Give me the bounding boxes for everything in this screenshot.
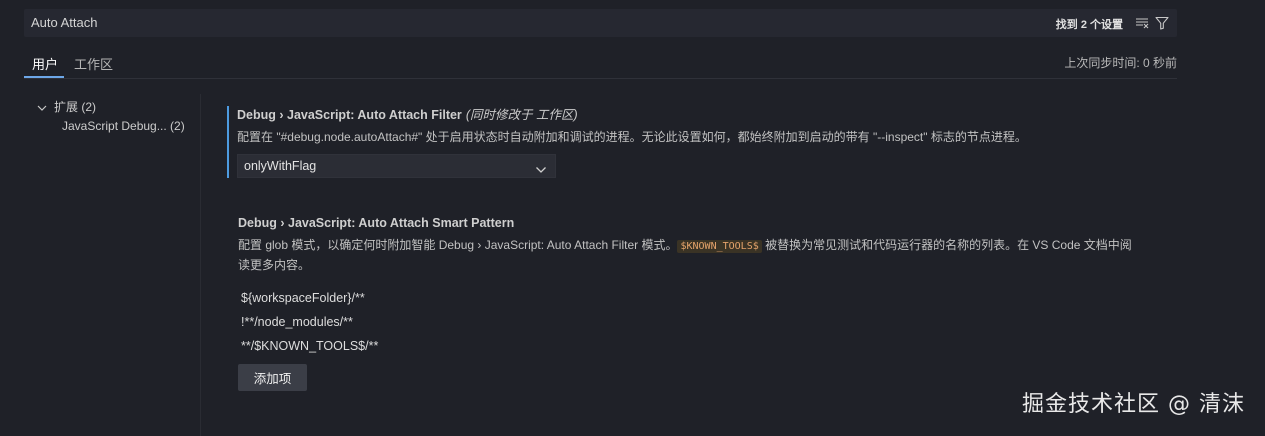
settings-search-input[interactable] bbox=[31, 15, 931, 30]
setting-category: Debug › JavaScript: bbox=[237, 108, 358, 122]
setting-description: 配置在 "#debug.node.autoAttach#" 处于启用状态时自动附… bbox=[237, 130, 1027, 144]
pattern-list: ${workspaceFolder}/** !**/node_modules/*… bbox=[238, 286, 1138, 358]
chevron-down-icon bbox=[535, 162, 547, 173]
toc-divider bbox=[200, 94, 201, 436]
settings-search-bar: 找到 2 个设置 bbox=[24, 9, 1177, 37]
setting-auto-attach-smart-pattern: Debug › JavaScript: Auto Attach Smart Pa… bbox=[229, 214, 1138, 391]
settings-scope-tabs: 用户 工作区 上次同步时间: 0 秒前 bbox=[24, 48, 1177, 79]
modified-elsewhere-note[interactable]: (同时修改于 工作区) bbox=[466, 108, 578, 122]
tab-user[interactable]: 用户 bbox=[32, 54, 58, 73]
setting-title: Debug › JavaScript: Auto Attach Smart Pa… bbox=[238, 214, 1138, 232]
search-result-count: 找到 2 个设置 bbox=[1055, 19, 1123, 31]
toc-group-extensions[interactable]: 扩展 (2) bbox=[36, 97, 206, 115]
select-value: onlyWithFlag bbox=[244, 159, 317, 173]
setting-title: Debug › JavaScript: Auto Attach Filter (同… bbox=[237, 106, 1137, 124]
list-item[interactable]: !**/node_modules/** bbox=[238, 310, 1138, 334]
tab-workspace[interactable]: 工作区 bbox=[74, 54, 113, 73]
settings-toc: 扩展 (2) JavaScript Debug... (2) bbox=[36, 97, 206, 133]
add-item-button[interactable]: 添加项 bbox=[238, 364, 307, 391]
setting-description: 配置 glob 模式，以确定何时附加智能 Debug › JavaScript:… bbox=[238, 236, 1138, 274]
filter-icon[interactable] bbox=[1155, 16, 1169, 30]
setting-name: Auto Attach Smart Pattern bbox=[358, 216, 515, 230]
list-item[interactable]: **/$KNOWN_TOOLS$/** bbox=[238, 334, 1138, 358]
chevron-down-icon bbox=[37, 101, 47, 111]
toc-item-javascript-debugger[interactable]: JavaScript Debug... (2) bbox=[62, 119, 185, 133]
auto-attach-filter-select[interactable]: onlyWithFlag bbox=[237, 154, 556, 178]
list-item[interactable]: ${workspaceFolder}/** bbox=[238, 286, 1138, 310]
setting-name: Auto Attach Filter bbox=[357, 108, 462, 122]
setting-auto-attach-filter: Debug › JavaScript: Auto Attach Filter (同… bbox=[227, 106, 1137, 178]
code-token: $KNOWN_TOOLS$ bbox=[677, 240, 762, 253]
setting-category: Debug › JavaScript: bbox=[238, 216, 359, 230]
clear-filter-icon[interactable] bbox=[1135, 17, 1149, 29]
active-tab-indicator bbox=[24, 76, 64, 78]
sync-status: 上次同步时间: 0 秒前 bbox=[1064, 56, 1177, 70]
description-text: 配置 glob 模式，以确定何时附加智能 Debug › JavaScript:… bbox=[238, 238, 678, 252]
watermark: 掘金技术社区 @ 清沫 bbox=[1022, 392, 1245, 417]
toc-group-label: 扩展 (2) bbox=[54, 100, 97, 114]
